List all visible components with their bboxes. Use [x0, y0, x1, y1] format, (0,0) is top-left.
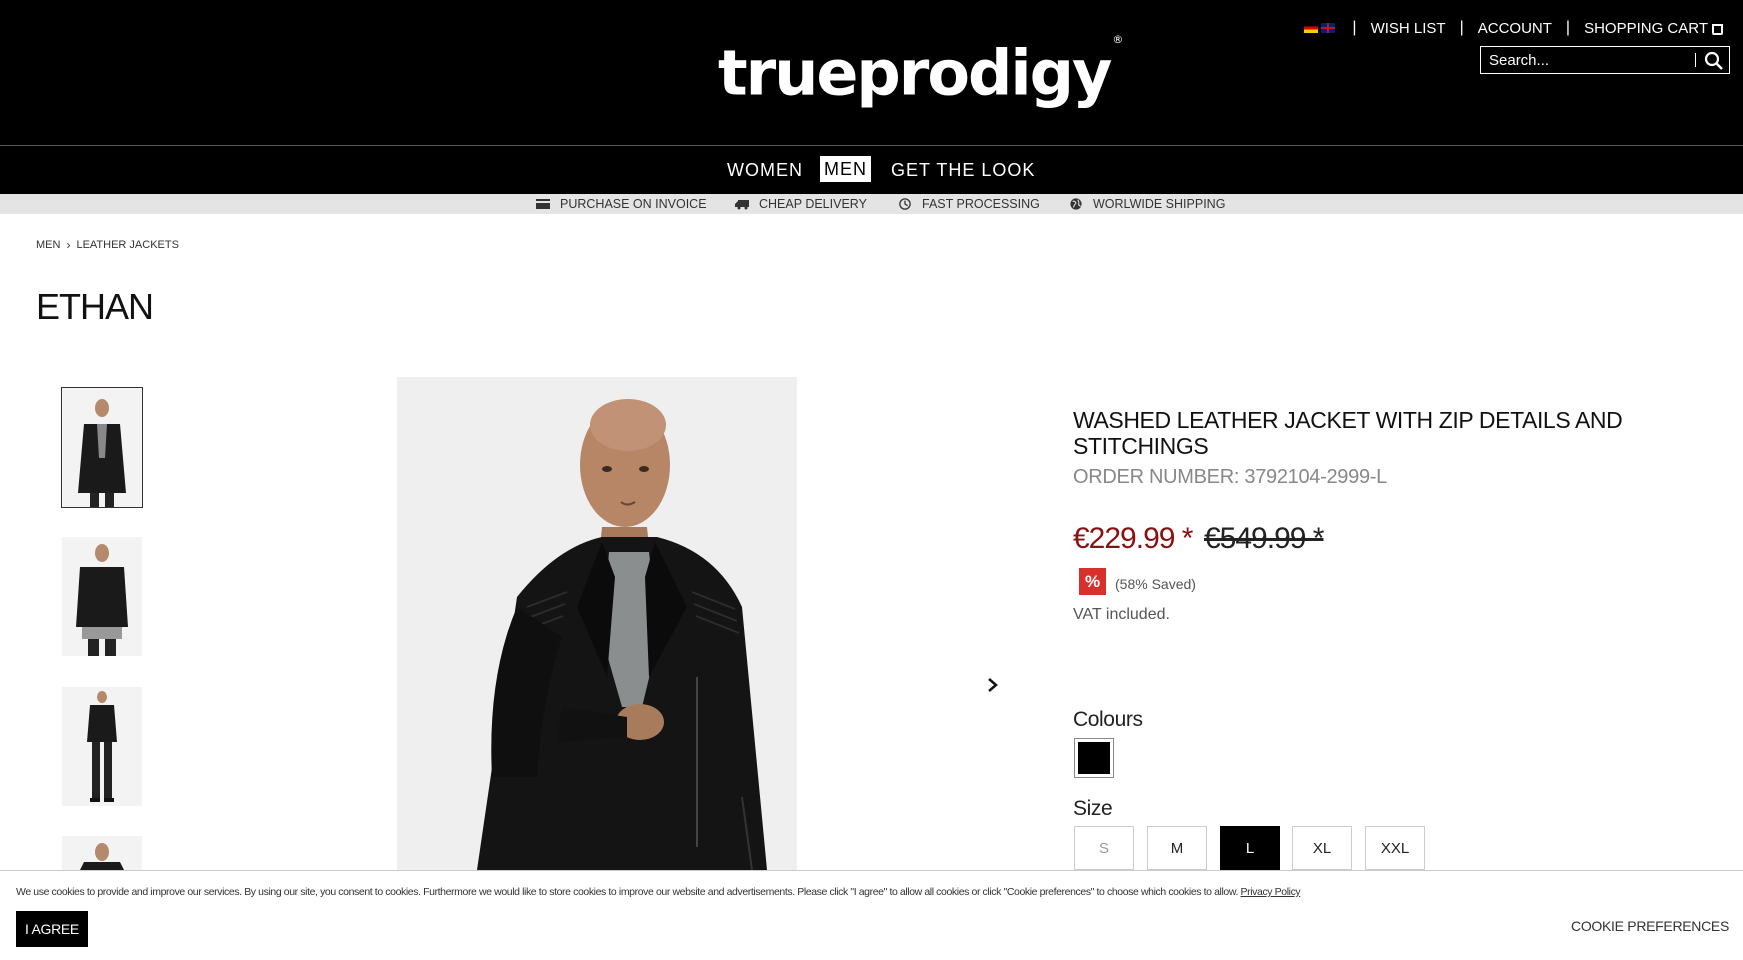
- site-header: trueprodigy ® | WISH LIST | ACCOUNT | SHO…: [0, 0, 1743, 145]
- logo-text: trueprodigy: [718, 36, 1112, 110]
- vat-note: VAT included.: [1073, 606, 1170, 623]
- jacket-back-image: [62, 537, 142, 656]
- thumbnail-4[interactable]: [62, 836, 142, 870]
- separator: |: [1565, 19, 1571, 36]
- cookie-banner: We use cookies to provide and improve ou…: [0, 870, 1743, 960]
- usp-fast-processing: FAST PROCESSING: [898, 196, 1040, 212]
- breadcrumb-item-men[interactable]: MEN: [36, 239, 60, 251]
- usp-label: CHEAP DELIVERY: [759, 197, 867, 211]
- size-option-xxl[interactable]: XXL: [1365, 826, 1425, 870]
- agree-button[interactable]: I AGREE: [16, 911, 88, 947]
- size-option-m[interactable]: M: [1147, 826, 1207, 870]
- usp-label: PURCHASE ON INVOICE: [560, 197, 707, 211]
- search-divider: [1695, 53, 1696, 67]
- privacy-policy-link[interactable]: Privacy Policy: [1241, 886, 1301, 898]
- separator: |: [1352, 19, 1357, 36]
- nav-item-men[interactable]: MEN: [820, 156, 871, 182]
- usp-purchase-on-invoice: PURCHASE ON INVOICE: [536, 196, 707, 212]
- cookie-text: We use cookies to provide and improve ou…: [16, 886, 1238, 898]
- wish-list-link[interactable]: WISH LIST: [1371, 20, 1446, 37]
- registered-mark: ®: [1112, 33, 1123, 46]
- usp-label: FAST PROCESSING: [922, 197, 1040, 211]
- product-name: WASHED LEATHER JACKET WITH ZIP DETAILS A…: [1073, 407, 1623, 459]
- truck-icon: [735, 200, 749, 210]
- swatch-fill: [1078, 742, 1110, 774]
- usp-bar: PURCHASE ON INVOICE CHEAP DELIVERY FAST …: [0, 194, 1743, 214]
- site-logo[interactable]: trueprodigy ®: [718, 33, 1123, 110]
- breadcrumb: MEN › LEATHER JACKETS: [36, 238, 179, 252]
- colour-swatch-black[interactable]: [1074, 738, 1114, 778]
- cookie-preferences-link[interactable]: COOKIE PREFERENCES: [1571, 918, 1729, 934]
- usp-cheap-delivery: CHEAP DELIVERY: [735, 196, 867, 212]
- german-flag-icon[interactable]: [1304, 23, 1319, 33]
- order-number: ORDER NUMBER: 3792104-2999-L: [1073, 466, 1387, 488]
- discount-badge: %: [1079, 568, 1106, 595]
- chevron-right-icon: ›: [66, 238, 71, 252]
- page-title: ETHAN: [36, 286, 154, 327]
- current-price: €229.99 *: [1073, 522, 1193, 555]
- wallet-icon: [536, 199, 550, 209]
- size-option-s[interactable]: S: [1074, 826, 1134, 870]
- thumbnail-3[interactable]: [62, 687, 142, 806]
- jacket-front-image: [62, 388, 142, 507]
- usp-label: WORLWIDE SHIPPING: [1093, 197, 1226, 211]
- nav-item-get-the-look[interactable]: GET THE LOOK: [891, 158, 1035, 182]
- breadcrumb-item-leather-jackets[interactable]: LEATHER JACKETS: [76, 239, 179, 251]
- nav-item-women[interactable]: WOMEN: [727, 158, 803, 182]
- colours-label: Colours: [1073, 708, 1143, 731]
- uk-flag-icon[interactable]: [1321, 23, 1336, 33]
- size-option-l[interactable]: L: [1220, 826, 1280, 870]
- size-label: Size: [1073, 797, 1113, 820]
- jacket-full-body-image: [62, 687, 142, 806]
- account-link[interactable]: ACCOUNT: [1478, 20, 1552, 37]
- shopping-bag-icon[interactable]: [1712, 23, 1723, 35]
- globe-icon: [1070, 198, 1082, 210]
- size-option-xl[interactable]: XL: [1292, 826, 1352, 870]
- shopping-cart-link[interactable]: SHOPPING CART: [1584, 20, 1708, 37]
- search-icon[interactable]: [1704, 51, 1724, 71]
- jacket-detail-image: [62, 836, 142, 870]
- product-main-image[interactable]: [397, 377, 797, 870]
- main-nav: WOMEN MEN GET THE LOOK: [0, 146, 1743, 194]
- usp-worldwide-shipping: WORLWIDE SHIPPING: [1069, 196, 1225, 212]
- leather-jacket-model-image: [397, 377, 797, 870]
- separator: |: [1459, 19, 1464, 36]
- chevron-right-icon[interactable]: [984, 670, 1002, 700]
- utility-nav: | WISH LIST | ACCOUNT | SHOPPING CART: [1304, 19, 1723, 37]
- clock-icon: [899, 198, 911, 210]
- saved-percentage: (58% Saved): [1115, 576, 1196, 592]
- thumbnail-1[interactable]: [61, 387, 143, 508]
- thumbnail-2[interactable]: [62, 537, 142, 656]
- cookie-message: We use cookies to provide and improve ou…: [16, 886, 1301, 898]
- search-box: [1480, 46, 1730, 74]
- search-input[interactable]: [1489, 50, 1689, 70]
- original-price: €549.99 *: [1204, 522, 1324, 555]
